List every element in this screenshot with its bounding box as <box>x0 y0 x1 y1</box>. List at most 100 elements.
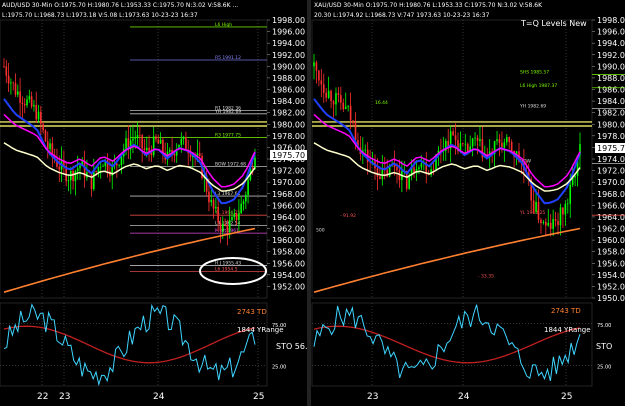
candle-body <box>381 168 384 180</box>
candle-body <box>330 90 332 102</box>
candle-body <box>566 203 569 205</box>
candle-body <box>235 213 238 220</box>
candle-body <box>208 191 210 203</box>
price-tick-label: 1988.00 <box>272 74 305 83</box>
candle-body <box>327 90 330 98</box>
price-tick-label: 1970.0 <box>597 178 625 187</box>
candle-body <box>152 136 155 156</box>
level-label: L6 1954.5 <box>215 266 238 272</box>
candle-body <box>418 167 420 169</box>
candle-body <box>364 149 367 151</box>
price-tick-label: 1990.00 <box>272 62 305 71</box>
left-stoch-td-label: 2743 TD <box>237 308 267 316</box>
candle-body <box>479 139 481 141</box>
price-tick-label: 1992.00 <box>272 51 305 60</box>
price-tick-label: 1982.0 <box>597 109 625 118</box>
price-tick-label: 1958.0 <box>597 248 625 257</box>
price-tick-label: 1962.0 <box>597 225 625 234</box>
level-label: YH 1982.69 <box>519 104 546 110</box>
price-tick-label: 1972.0 <box>597 167 625 176</box>
candle-body <box>547 222 550 226</box>
side-label: 16.44 <box>375 100 388 106</box>
price-tick-label: 1978.00 <box>272 132 305 141</box>
candle-body <box>74 171 77 182</box>
candle-body <box>432 169 435 170</box>
right-stochastic-panel: 75.00 25.00 23 24 25 <box>311 302 611 402</box>
candle-body <box>505 137 508 143</box>
candle-body <box>510 141 513 151</box>
price-tick-label: 1952.00 <box>272 282 305 291</box>
candle-body <box>134 137 137 139</box>
stoch-fast-line <box>3 303 256 387</box>
candle-body <box>318 70 320 81</box>
candle-body <box>12 82 15 84</box>
price-tick-label: 1984.00 <box>272 97 305 106</box>
left-stoch-sto-label: STO 56. <box>276 342 308 351</box>
level-label: BOW 1972.68 <box>215 162 246 168</box>
candle-body <box>231 217 233 221</box>
candle-body <box>219 222 222 232</box>
candle-body <box>14 83 17 95</box>
candle-body <box>344 106 347 110</box>
candle-body <box>33 104 35 107</box>
price-tick-label: 1978.0 <box>597 132 625 141</box>
candle-body <box>251 167 254 169</box>
candle-body <box>332 101 335 105</box>
candle-body <box>315 62 318 71</box>
price-tick-label: 1968.00 <box>272 190 305 199</box>
candle-body <box>3 66 5 67</box>
price-tick-label: 1988.0 <box>597 74 625 83</box>
price-tick-label: 1990.0 <box>597 62 625 71</box>
right-chart-title: T=Q Levels New <box>520 19 587 28</box>
left-stoch-yrange-label: 1844 YRange <box>237 326 284 334</box>
candle-body <box>40 111 42 124</box>
candle-body <box>120 156 123 166</box>
price-tick-label: 1956.00 <box>272 259 305 268</box>
candle-body <box>76 168 79 172</box>
candle-body <box>501 142 503 148</box>
candle-body <box>476 137 479 141</box>
price-tick-label: 1980.00 <box>272 120 305 129</box>
candle-body <box>376 168 379 177</box>
right-last-price-tag: 1975.7 <box>597 144 625 153</box>
candle-body <box>162 139 164 154</box>
candle-body <box>145 147 148 151</box>
candle-body <box>125 138 127 150</box>
candle-body <box>185 137 187 151</box>
candle-body <box>542 222 545 224</box>
candle-body <box>396 167 398 171</box>
stoch-tick-label: 75.00 <box>597 323 611 329</box>
ema-white-line <box>313 142 581 192</box>
right-price-panel: 1998.0 1996.0 1994.0 1992.0 1990.0 1988.0 1986… <box>311 16 625 303</box>
price-tick-label: 1986.0 <box>597 86 625 95</box>
candle-body <box>10 82 12 84</box>
candle-body <box>226 225 229 233</box>
candle-body <box>552 219 554 229</box>
price-tick-label: 1960.0 <box>597 236 625 245</box>
price-tick-label: 1962.00 <box>272 225 305 234</box>
candle-body <box>23 104 26 106</box>
candle-body <box>30 96 33 107</box>
date-tick-label: 25 <box>253 392 264 402</box>
candle-body <box>228 220 231 233</box>
candle-body <box>72 170 74 182</box>
candle-body <box>496 139 498 141</box>
price-tick-label: 1958.00 <box>272 248 305 257</box>
right-stoch-td-label: 2743 TD <box>551 307 581 315</box>
price-tick-label: 1974.0 <box>597 155 625 164</box>
left-stochastic-panel: 75.0025.0022 23 24 25 <box>0 302 286 402</box>
price-tick-label: 1952.0 <box>597 282 625 291</box>
candle-body <box>574 175 576 178</box>
candle-body <box>320 80 323 85</box>
candle-body <box>238 213 240 220</box>
candle-body <box>559 207 562 226</box>
candle-body <box>466 143 469 152</box>
candle-body <box>462 143 464 145</box>
date-tick-label: 23 <box>367 392 378 402</box>
candle-body <box>313 62 315 67</box>
candle-body <box>335 93 337 105</box>
ema-magenta-line <box>313 113 581 188</box>
date-tick-label: 25 <box>561 392 572 402</box>
side-label: 500 <box>316 227 325 233</box>
candle-body <box>49 143 51 150</box>
